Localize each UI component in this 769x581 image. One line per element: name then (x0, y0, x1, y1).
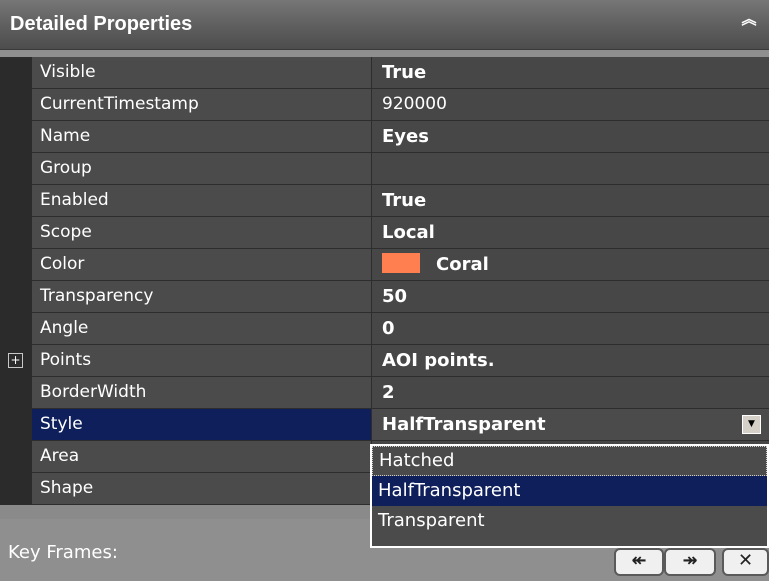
property-value[interactable]: True (372, 57, 769, 88)
property-value[interactable] (372, 153, 769, 184)
style-select[interactable]: HalfTransparent ▼ (372, 409, 769, 440)
property-name: Color (32, 249, 372, 280)
property-name: CurrentTimestamp (32, 89, 372, 120)
property-value[interactable]: Eyes (372, 121, 769, 152)
dropdown-option-hatched[interactable]: Hatched (372, 446, 767, 476)
next-keyframe-button[interactable]: ↠ (664, 548, 716, 576)
dropdown-option-halftransparent[interactable]: HalfTransparent (372, 476, 767, 506)
property-row-visible[interactable]: Visible True (32, 57, 769, 89)
panel-title: Detailed Properties (10, 13, 193, 35)
property-row-transparency[interactable]: Transparency 50 (32, 281, 769, 313)
property-value[interactable]: 920000 (372, 89, 769, 120)
property-value[interactable]: Local (372, 217, 769, 248)
property-name: Points (32, 345, 372, 376)
property-value[interactable]: 50 (372, 281, 769, 312)
property-value[interactable]: True (372, 185, 769, 216)
property-row-borderwidth[interactable]: BorderWidth 2 (32, 377, 769, 409)
property-row-scope[interactable]: Scope Local (32, 217, 769, 249)
key-frames-label: Key Frames: (8, 542, 118, 563)
dropdown-arrow-icon[interactable]: ▼ (742, 415, 761, 434)
color-swatch (382, 253, 420, 273)
property-name: Visible (32, 57, 372, 88)
property-value[interactable]: 0 (372, 313, 769, 344)
property-row-currenttimestamp[interactable]: CurrentTimestamp 920000 (32, 89, 769, 121)
property-name: Shape (32, 473, 372, 504)
expand-plus-icon[interactable]: + (8, 353, 23, 368)
property-name: Enabled (32, 185, 372, 216)
next-keyframe-icon: ↠ (682, 550, 698, 571)
double-chevron-up-icon[interactable]: ︽ (741, 12, 757, 34)
previous-keyframe-icon: ↞ (631, 550, 647, 571)
property-row-angle[interactable]: Angle 0 (32, 313, 769, 345)
style-dropdown-list[interactable]: Hatched HalfTransparent Transparent (370, 444, 769, 548)
property-name: Area (32, 441, 372, 472)
property-row-style[interactable]: Style HalfTransparent ▼ (32, 409, 769, 441)
property-name: Transparency (32, 281, 372, 312)
panel-header: Detailed Properties ︽ (0, 0, 769, 50)
previous-keyframe-button[interactable]: ↞ (614, 548, 664, 576)
delete-keyframe-button[interactable]: ✕ (722, 548, 769, 576)
property-row-points[interactable]: Points AOI points. (32, 345, 769, 377)
dropdown-option-transparent[interactable]: Transparent (372, 506, 767, 536)
property-row-name[interactable]: Name Eyes (32, 121, 769, 153)
close-icon: ✕ (737, 550, 754, 571)
property-name: Name (32, 121, 372, 152)
property-row-group[interactable]: Group (32, 153, 769, 185)
property-name: Scope (32, 217, 372, 248)
property-name: Angle (32, 313, 372, 344)
property-value[interactable]: AOI points. (372, 345, 769, 376)
property-row-color[interactable]: Color Coral (32, 249, 769, 281)
property-name: Group (32, 153, 372, 184)
style-select-value: HalfTransparent (382, 414, 546, 435)
property-grid-gutter (0, 57, 32, 505)
property-value[interactable]: 2 (372, 377, 769, 408)
property-row-enabled[interactable]: Enabled True (32, 185, 769, 217)
property-name: BorderWidth (32, 377, 372, 408)
color-value-label: Coral (436, 254, 489, 275)
property-value[interactable]: Coral (372, 249, 769, 280)
property-name: Style (32, 409, 372, 440)
